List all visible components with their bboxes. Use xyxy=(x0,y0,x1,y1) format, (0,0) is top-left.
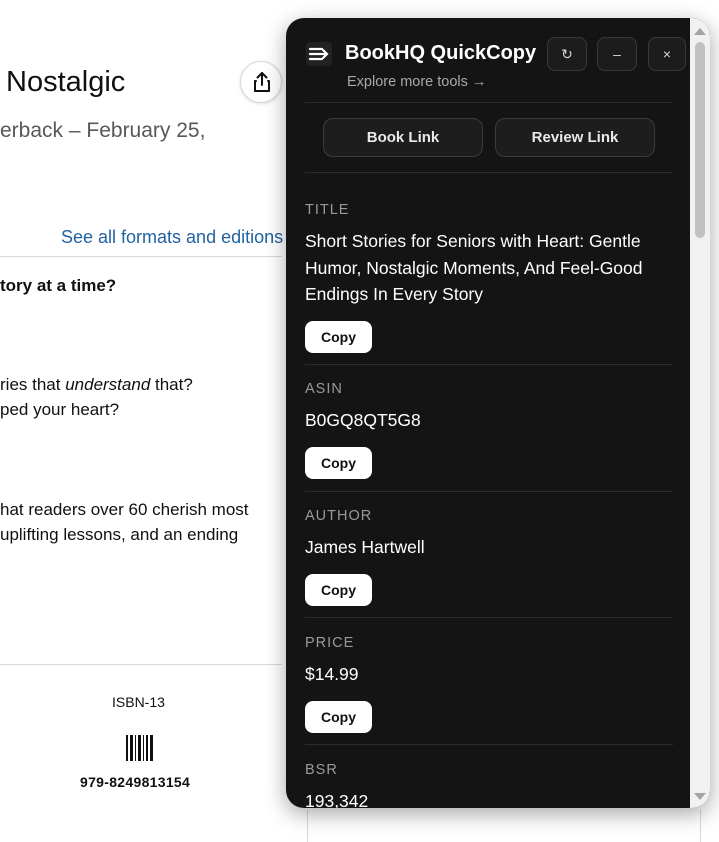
description-heading: tory at a time? xyxy=(0,276,117,295)
divider xyxy=(305,364,673,365)
isbn-value: 979-8249813154 xyxy=(80,774,191,790)
field-label: PRICE xyxy=(305,635,355,651)
share-button[interactable] xyxy=(240,61,282,103)
field-price: PRICE $14.99 Copy xyxy=(305,635,673,733)
close-icon: × xyxy=(662,46,672,62)
field-value: 193,342 xyxy=(305,791,369,808)
field-value: B0GQ8QT5G8 xyxy=(305,410,421,430)
minimize-button[interactable]: – xyxy=(597,37,637,71)
close-button[interactable]: × xyxy=(648,37,686,71)
scrollbar[interactable] xyxy=(690,18,710,808)
description-line: ped your heart? xyxy=(0,400,120,419)
format-date-line: erback – February 25, xyxy=(0,119,206,142)
field-label: BSR xyxy=(305,762,338,778)
copy-author-button[interactable]: Copy xyxy=(305,573,372,606)
description-line: ries that understand that? xyxy=(0,375,193,394)
isbn-label: ISBN-13 xyxy=(112,694,165,710)
divider xyxy=(305,617,673,618)
field-author: AUTHOR James Hartwell Copy xyxy=(305,508,673,606)
divider xyxy=(305,491,673,492)
quickcopy-panel: BookHQ QuickCopy Explore more tools → ↻ … xyxy=(286,18,710,808)
divider xyxy=(0,256,282,257)
divider xyxy=(305,172,673,173)
panel-title: BookHQ QuickCopy xyxy=(345,42,537,64)
refresh-icon: ↻ xyxy=(561,46,573,62)
divider xyxy=(700,810,701,842)
field-value: James Hartwell xyxy=(305,537,425,557)
barcode-icon xyxy=(126,735,153,761)
divider xyxy=(0,664,282,665)
review-link-button[interactable]: Review Link xyxy=(495,118,655,157)
description-line: uplifting lessons, and an ending xyxy=(0,525,239,544)
field-label: TITLE xyxy=(305,202,350,218)
field-label: ASIN xyxy=(305,381,343,397)
product-title-fragment: Nostalgic xyxy=(6,66,126,98)
field-value: $14.99 xyxy=(305,664,359,684)
copy-asin-button[interactable]: Copy xyxy=(305,446,372,479)
description-line: hat readers over 60 cherish most xyxy=(0,500,249,519)
see-all-formats-link[interactable]: See all formats and editions xyxy=(61,227,283,248)
copy-price-button[interactable]: Copy xyxy=(305,700,372,733)
book-link-button[interactable]: Book Link xyxy=(323,118,483,157)
field-title: TITLE Short Stories for Seniors with Hea… xyxy=(305,202,673,353)
field-asin: ASIN B0GQ8QT5G8 Copy xyxy=(305,381,673,479)
menu-arrow-icon xyxy=(306,42,332,66)
refresh-button[interactable]: ↻ xyxy=(547,37,587,71)
explore-tools-link[interactable]: Explore more tools → xyxy=(347,74,486,90)
share-icon xyxy=(254,72,270,92)
scrollbar-thumb[interactable] xyxy=(695,42,705,238)
field-bsr: BSR 193,342 xyxy=(305,762,673,808)
scroll-down-arrow-icon[interactable] xyxy=(694,793,706,800)
field-value: Short Stories for Seniors with Heart: Ge… xyxy=(305,231,643,304)
minimize-icon: – xyxy=(613,46,621,62)
divider xyxy=(305,744,673,745)
copy-title-button[interactable]: Copy xyxy=(305,320,372,353)
scroll-up-arrow-icon[interactable] xyxy=(694,28,706,35)
divider xyxy=(307,810,308,842)
field-label: AUTHOR xyxy=(305,508,373,524)
divider xyxy=(305,102,673,103)
